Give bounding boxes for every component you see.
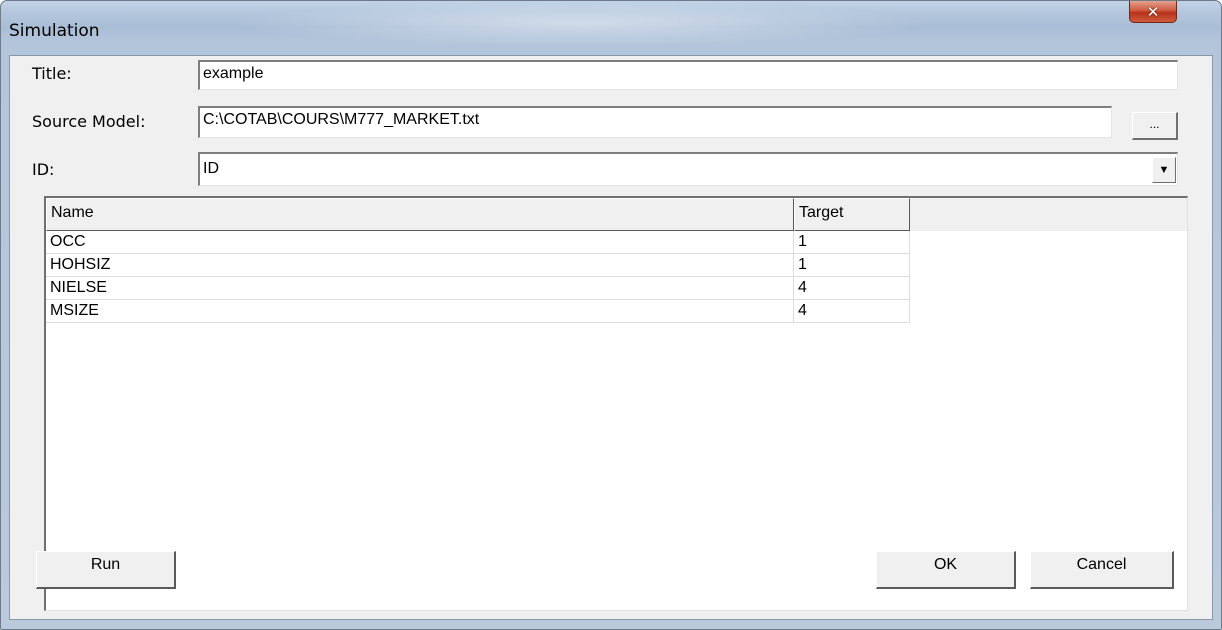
cell-name[interactable]: MSIZE	[46, 300, 794, 323]
id-select-value: ID	[203, 160, 219, 177]
id-label: ID:	[32, 160, 55, 179]
cancel-button[interactable]: Cancel	[1030, 551, 1174, 589]
close-icon: ✕	[1146, 2, 1160, 21]
chevron-down-icon: ▼	[1158, 164, 1170, 176]
title-input[interactable]: example	[198, 60, 1178, 90]
dialog-client-area: Title: example Source Model: C:\COTAB\CO…	[9, 55, 1213, 620]
run-button-label: Run	[90, 556, 121, 573]
cell-name[interactable]: HOHSIZ	[46, 254, 794, 277]
title-label: Title:	[32, 64, 72, 83]
cell-name[interactable]: OCC	[46, 231, 794, 254]
id-dropdown-button[interactable]: ▼	[1152, 157, 1176, 183]
titlebar-sheen	[231, 1, 931, 46]
close-button[interactable]: ✕	[1129, 1, 1177, 23]
variables-grid[interactable]: Name Target OCC 1 HOHSIZ 1 NIELSE 4 MSIZ…	[44, 196, 1188, 611]
source-model-input[interactable]: C:\COTAB\COURS\M777_MARKET.txt	[198, 106, 1112, 138]
column-header-target[interactable]: Target	[794, 198, 910, 231]
simulation-window: Simulation ✕ Title: example Source Model…	[0, 0, 1222, 630]
cell-target[interactable]: 1	[794, 254, 910, 277]
run-button[interactable]: Run	[36, 551, 176, 589]
cell-target[interactable]: 4	[794, 277, 910, 300]
ok-button[interactable]: OK	[876, 551, 1016, 589]
cancel-button-label: Cancel	[1076, 556, 1127, 573]
id-select[interactable]: ID	[198, 152, 1178, 186]
window-title: Simulation	[9, 21, 100, 41]
column-header-name[interactable]: Name	[46, 198, 794, 231]
browse-button[interactable]: ...	[1132, 112, 1178, 140]
source-model-label: Source Model:	[32, 112, 146, 131]
cell-target[interactable]: 4	[794, 300, 910, 323]
ok-button-label: OK	[933, 556, 958, 573]
cell-target[interactable]: 1	[794, 231, 910, 254]
cell-name[interactable]: NIELSE	[46, 277, 794, 300]
